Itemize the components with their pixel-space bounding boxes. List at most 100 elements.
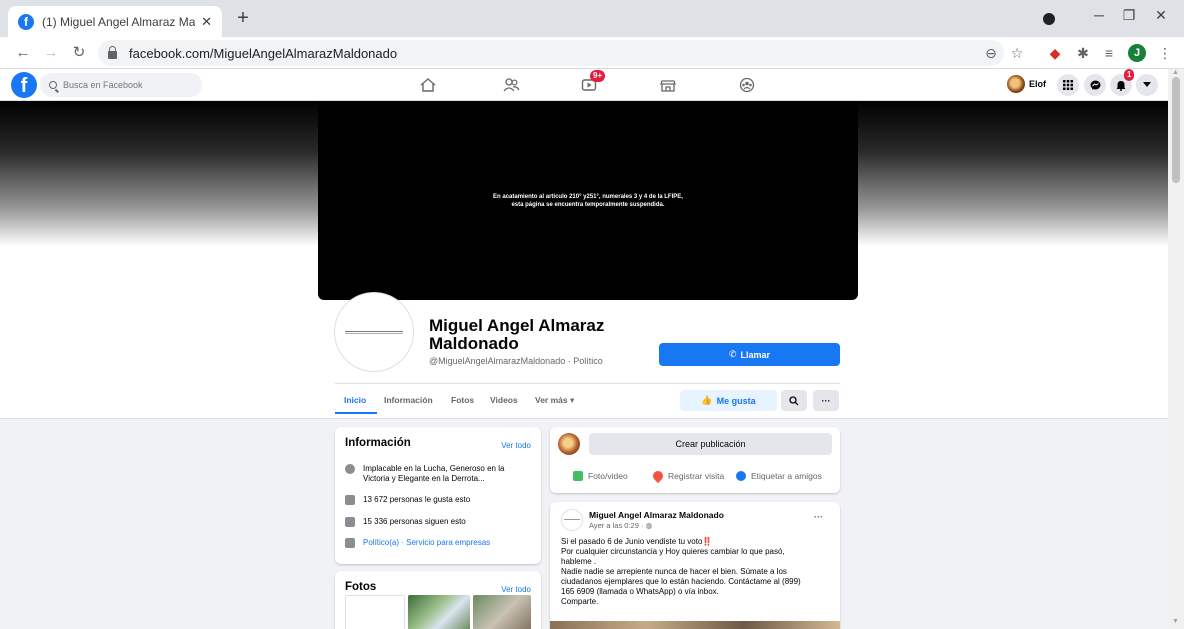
browser-toolbar: ← → ↻ facebook.com/MiguelAngelAlmarazMal…: [0, 37, 1184, 69]
forward-arrow-icon[interactable]: →: [40, 42, 62, 64]
photo-icon: [573, 471, 583, 481]
post-line: Comparte.: [561, 597, 599, 606]
profile-picture[interactable]: [335, 293, 413, 371]
tab-inicio[interactable]: Inicio: [344, 395, 366, 405]
browser-tab-title: (1) Miguel Angel Almaraz Maldon: [42, 14, 196, 29]
extension-icon[interactable]: ◆: [1046, 44, 1064, 62]
profile-shortcut[interactable]: Elof: [1007, 75, 1046, 93]
video-notification-badge: 9+: [590, 70, 606, 82]
page-scrollbar[interactable]: ▲ ▼: [1168, 69, 1184, 629]
back-arrow-icon[interactable]: ←: [12, 42, 34, 64]
post-line: Por cualquier circunstancia y Hoy quiere…: [561, 547, 785, 556]
reload-icon[interactable]: ↻: [68, 42, 90, 64]
facebook-favicon-icon: f: [18, 13, 34, 30]
info-likes: 13 672 personas le gusta esto: [345, 495, 470, 505]
photo-thumbnail[interactable]: [345, 595, 405, 629]
info-about: Implacable en la Lucha, Generoso en la V…: [345, 464, 531, 484]
follow-icon: [345, 517, 355, 527]
chrome-profile-icon[interactable]: [1043, 13, 1055, 25]
photo-video-action[interactable]: Foto/video: [573, 471, 628, 481]
photos-card-title: Fotos: [345, 581, 377, 593]
scroll-up-arrow-icon[interactable]: ▲: [1172, 69, 1179, 76]
facebook-logo-icon[interactable]: f: [11, 72, 37, 98]
post-timestamp[interactable]: Ayer a las 0:29 · ◍: [589, 521, 652, 530]
tab-videos[interactable]: Videos: [490, 395, 518, 405]
tab-informacion[interactable]: Información: [384, 395, 433, 405]
photos-see-all-link[interactable]: Ver todo: [501, 585, 531, 594]
url-text: facebook.com/MiguelAngelAlmarazMaldonado: [129, 45, 398, 61]
facebook-search-box[interactable]: [40, 73, 202, 97]
call-button-label: Llamar: [740, 349, 771, 360]
post-image[interactable]: [550, 621, 840, 629]
scroll-down-arrow-icon[interactable]: ▼: [1172, 618, 1179, 625]
friends-icon[interactable]: [499, 75, 523, 95]
extensions-puzzle-icon[interactable]: ✱: [1074, 44, 1092, 62]
tag-friends-action[interactable]: Etiquetar a amigos: [736, 471, 822, 481]
post-avatar-image: [564, 519, 580, 521]
post-more-button[interactable]: ···: [814, 512, 823, 522]
location-pin-icon: [650, 468, 666, 484]
post-author-avatar[interactable]: [561, 509, 583, 531]
scrollbar-thumb[interactable]: [1172, 77, 1180, 183]
address-bar[interactable]: facebook.com/MiguelAngelAlmarazMaldonado: [98, 40, 1004, 66]
cover-notice-line-1: En acatamiento al artículo 210° y251°, n…: [493, 193, 683, 200]
menu-grid-icon[interactable]: [1057, 74, 1079, 96]
facebook-search-input[interactable]: [63, 80, 183, 90]
briefcase-icon: [345, 538, 355, 548]
messenger-icon[interactable]: [1084, 74, 1106, 96]
close-window-icon[interactable]: ✕: [1150, 7, 1172, 29]
cover-photo[interactable]: En acatamiento al artículo 210° y251°, n…: [318, 101, 858, 300]
post-line: hableme .: [561, 557, 597, 566]
info-category[interactable]: Político(a) · Servicio para empresas: [345, 538, 490, 548]
tabs-divider: [335, 383, 840, 384]
check-in-action[interactable]: Registrar visita: [650, 468, 724, 484]
info-see-all-link[interactable]: Ver todo: [501, 441, 531, 450]
photo-video-label: Foto/video: [588, 471, 628, 481]
page-title: Miguel Angel Almaraz Maldonado: [429, 316, 605, 353]
call-button[interactable]: ✆ Llamar: [659, 343, 840, 366]
globe-icon: ◍: [645, 521, 653, 530]
like-page-button[interactable]: 👍 Me gusta: [680, 390, 777, 411]
more-options-button[interactable]: ···: [813, 390, 839, 411]
close-tab-icon[interactable]: ✕: [201, 14, 212, 30]
post-time-text: Ayer a las 0:29 ·: [589, 521, 646, 530]
profile-avatar[interactable]: J: [1128, 44, 1146, 62]
info-likes-text: 13 672 personas le gusta esto: [363, 495, 471, 504]
phone-icon: ✆: [728, 349, 737, 359]
post-author-name[interactable]: Miguel Angel Almaraz Maldonado: [589, 510, 724, 520]
photos-card: Fotos Ver todo: [335, 571, 541, 629]
create-post-input[interactable]: Crear publicación: [589, 433, 832, 455]
search-page-button[interactable]: [781, 390, 807, 411]
tag-friends-label: Etiquetar a amigos: [751, 471, 822, 481]
facebook-header: f 9+ Elof 1: [0, 69, 1168, 101]
post-line: Nadie nadie se arrepiente nunca de hacer…: [561, 567, 787, 576]
account-dropdown-icon[interactable]: [1136, 74, 1158, 96]
post-line: ciudadanos ejemplares que lo están hacie…: [561, 577, 801, 586]
home-icon[interactable]: [416, 75, 440, 95]
info-category-text[interactable]: Político(a) · Servicio para empresas: [363, 538, 490, 548]
post-text: Si el pasado 6 de Junio vendiste tu voto…: [561, 537, 831, 607]
browser-tab-strip: f (1) Miguel Angel Almaraz Maldon ✕ + ─ …: [0, 0, 1184, 37]
tab-ver-mas[interactable]: Ver más ▾: [535, 395, 574, 406]
info-followers-text: 15 336 personas siguen esto: [363, 517, 466, 526]
info-about-text: Implacable en la Lucha, Generoso en la V…: [363, 464, 505, 483]
browser-tab[interactable]: f (1) Miguel Angel Almaraz Maldon ✕: [8, 6, 222, 37]
tab-fotos[interactable]: Fotos: [451, 395, 474, 405]
minimize-icon[interactable]: ─: [1088, 7, 1110, 29]
new-tab-button[interactable]: +: [232, 8, 254, 30]
restore-icon[interactable]: ❐: [1118, 7, 1140, 29]
groups-icon[interactable]: [735, 75, 759, 95]
page-handle: @MiguelAngelAlmarazMaldonado · Político: [429, 356, 603, 366]
chrome-menu-icon[interactable]: ⋮: [1156, 44, 1174, 62]
zoom-icon[interactable]: ⊖: [982, 44, 1000, 62]
photo-thumbnail[interactable]: [473, 595, 531, 629]
photo-thumbnail[interactable]: [408, 595, 470, 629]
bookmark-star-icon[interactable]: ☆: [1008, 44, 1026, 62]
marketplace-icon[interactable]: [656, 75, 680, 95]
post-line: Si el pasado 6 de Junio vendiste tu voto…: [561, 537, 713, 546]
search-icon: [789, 395, 799, 405]
info-card: Información Ver todo Implacable en la Lu…: [335, 427, 541, 564]
tag-friends-icon: [736, 471, 746, 481]
reading-list-icon[interactable]: ≡: [1100, 44, 1118, 62]
thumbs-up-icon: [345, 495, 355, 505]
